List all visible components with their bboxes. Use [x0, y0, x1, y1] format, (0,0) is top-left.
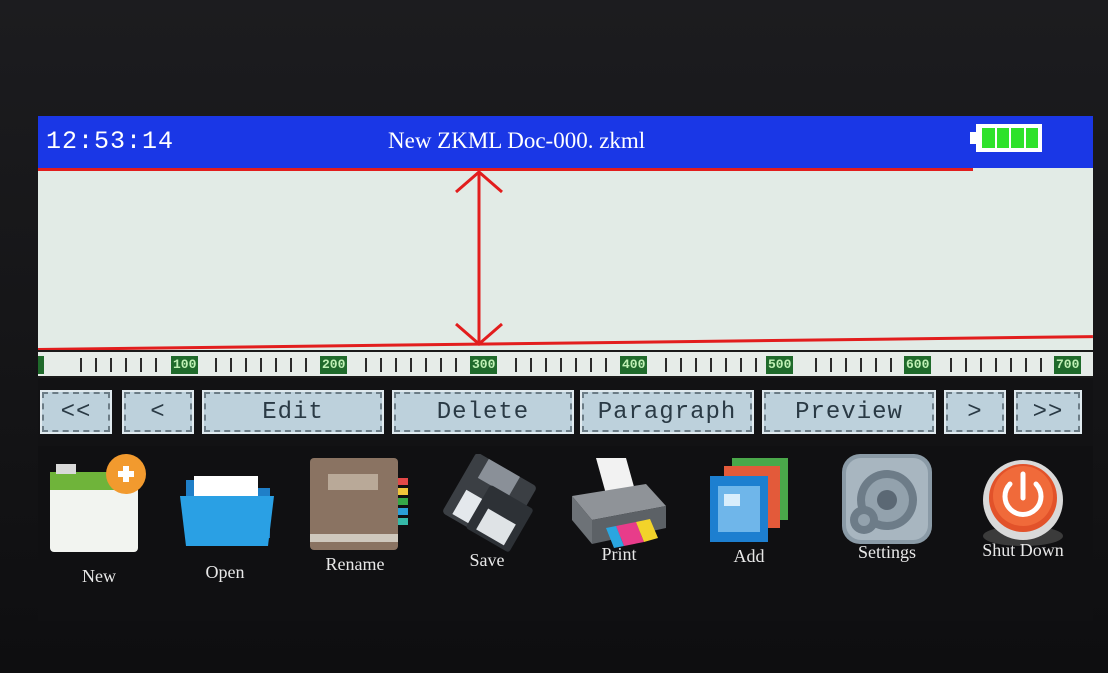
ruler-tick	[860, 358, 862, 372]
ruler: 100 200 300 400 500 600 700	[38, 350, 1093, 378]
clock: 12:53:14	[46, 127, 175, 156]
ruler-tick	[710, 358, 712, 372]
add-button[interactable]: Add	[684, 446, 814, 621]
ruler-tick	[845, 358, 847, 372]
ruler-tick	[725, 358, 727, 372]
preview-button[interactable]: Preview	[762, 390, 936, 434]
ruler-tick	[890, 358, 892, 372]
rename-button[interactable]: Rename	[290, 446, 420, 621]
ruler-tick	[1040, 358, 1042, 372]
ruler-tick	[395, 358, 397, 372]
ruler-tick	[875, 358, 877, 372]
ruler-tick	[95, 358, 97, 372]
ruler-tick	[365, 358, 367, 372]
delete-button[interactable]: Delete	[392, 390, 574, 434]
ruler-tick	[425, 358, 427, 372]
print-button[interactable]: Print	[554, 446, 684, 621]
ruler-tick	[590, 358, 592, 372]
open-label: Open	[205, 562, 245, 582]
new-button[interactable]: New	[38, 446, 164, 621]
ruler-tick	[680, 358, 682, 372]
ruler-label: 100	[171, 356, 199, 374]
shut-down-button[interactable]: Shut Down	[958, 446, 1088, 621]
ruler-tick	[665, 358, 667, 372]
new-document-icon	[50, 454, 146, 552]
shut-down-label: Shut Down	[982, 540, 1064, 560]
ruler-tick	[695, 358, 697, 372]
height-arrow-icon	[455, 170, 503, 346]
ruler-tick	[830, 358, 832, 372]
ruler-tick	[605, 358, 607, 372]
ruler-tick	[1010, 358, 1012, 372]
gear-icon	[842, 454, 932, 544]
ruler-tick	[230, 358, 232, 372]
ruler-tick	[305, 358, 307, 372]
document-title: New ZKML Doc-000. zkml	[388, 128, 646, 153]
ruler-tick	[545, 358, 547, 372]
ruler-tick	[260, 358, 262, 372]
new-label: New	[82, 566, 116, 586]
ruler-tick	[410, 358, 412, 372]
paragraph-button[interactable]: Paragraph	[580, 390, 754, 434]
add-label: Add	[733, 546, 765, 566]
ruler-tick	[155, 358, 157, 372]
ruler-tick	[995, 358, 997, 372]
ruler-tick	[140, 358, 142, 372]
ruler-tick	[215, 358, 217, 372]
ruler-tick	[575, 358, 577, 372]
ruler-label: 700	[1054, 356, 1082, 374]
device-bezel: 12:53:14 New ZKML Doc-000. zkml 100 200 …	[0, 0, 1108, 673]
ruler-tick	[110, 358, 112, 372]
ruler-tick	[455, 358, 457, 372]
first-page-button[interactable]: <<	[40, 390, 112, 434]
ruler-tick	[125, 358, 127, 372]
ruler-tick	[515, 358, 517, 372]
ruler-label: 400	[620, 356, 648, 374]
previous-button[interactable]: <	[122, 390, 194, 434]
label-edit-area[interactable]	[38, 168, 1093, 351]
ruler-tick	[965, 358, 967, 372]
save-button[interactable]: Save	[422, 446, 552, 621]
ruler-tick	[560, 358, 562, 372]
printer-icon	[572, 458, 666, 548]
rename-label: Rename	[325, 554, 385, 574]
ruler-tick	[290, 358, 292, 372]
notebook-icon	[310, 458, 408, 550]
ruler-label: 200	[320, 356, 348, 374]
folder-icon	[180, 476, 274, 546]
ruler-label: 600	[904, 356, 932, 374]
power-icon	[983, 460, 1063, 546]
lcd-screen: 12:53:14 New ZKML Doc-000. zkml 100 200 …	[38, 116, 1093, 621]
ruler-tick	[755, 358, 757, 372]
battery-full-icon	[976, 124, 1042, 152]
settings-button[interactable]: Settings	[822, 446, 952, 621]
ruler-tick	[245, 358, 247, 372]
print-label: Print	[601, 544, 637, 564]
ruler-tick	[530, 358, 532, 372]
ruler-tick	[1025, 358, 1027, 372]
floppy-disk-icon	[443, 454, 536, 552]
add-pages-icon	[710, 458, 788, 542]
next-button[interactable]: >	[944, 390, 1006, 434]
settings-label: Settings	[857, 542, 916, 562]
edit-button[interactable]: Edit	[202, 390, 384, 434]
save-label: Save	[469, 550, 505, 570]
ruler-tick	[740, 358, 742, 372]
edit-toolbar: << < Edit Delete Paragraph Preview > >>	[38, 380, 1093, 444]
status-bar: 12:53:14 New ZKML Doc-000. zkml	[38, 116, 1093, 168]
ruler-tick	[950, 358, 952, 372]
open-button[interactable]: Open	[160, 446, 290, 621]
ruler-tick	[815, 358, 817, 372]
ruler-label	[38, 356, 44, 374]
ruler-tick	[980, 358, 982, 372]
last-page-button[interactable]: >>	[1014, 390, 1082, 434]
ruler-label: 500	[766, 356, 794, 374]
ruler-tick	[380, 358, 382, 372]
ruler-tick	[80, 358, 82, 372]
ruler-tick	[275, 358, 277, 372]
app-dock: New Open Rename Save Print Add Settings …	[38, 446, 1093, 621]
ruler-tick	[440, 358, 442, 372]
ruler-label: 300	[470, 356, 498, 374]
